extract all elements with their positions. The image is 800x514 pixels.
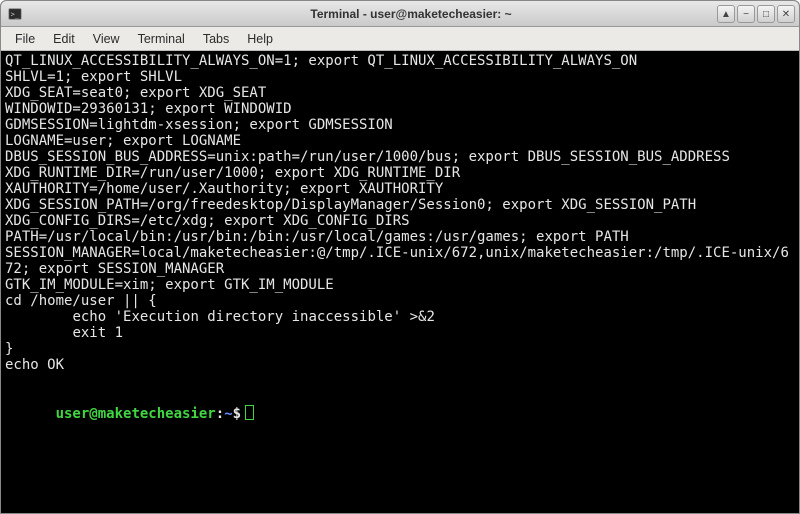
prompt-dollar: $ xyxy=(233,406,241,422)
window-minimize-button[interactable]: − xyxy=(737,5,755,23)
terminal-line: cd /home/user || { xyxy=(5,293,793,309)
terminal-window: >_ Terminal - user@maketecheasier: ~ ▲ −… xyxy=(0,0,800,514)
cursor-icon xyxy=(245,405,254,420)
terminal-output: QT_LINUX_ACCESSIBILITY_ALWAYS_ON=1; expo… xyxy=(5,53,793,389)
terminal-line: QT_LINUX_ACCESSIBILITY_ALWAYS_ON=1; expo… xyxy=(5,53,793,69)
menu-help[interactable]: Help xyxy=(239,30,281,48)
terminal-line: XAUTHORITY=/home/user/.Xauthority; expor… xyxy=(5,181,793,197)
terminal-line: XDG_SEAT=seat0; export XDG_SEAT xyxy=(5,85,793,101)
terminal-line: LOGNAME=user; export LOGNAME xyxy=(5,133,793,149)
terminal-line: echo OK xyxy=(5,357,793,373)
prompt-at: @ xyxy=(89,406,97,422)
terminal-line: XDG_CONFIG_DIRS=/etc/xdg; export XDG_CON… xyxy=(5,213,793,229)
terminal-line: SHLVL=1; export SHLVL xyxy=(5,69,793,85)
terminal-line: XDG_SESSION_PATH=/org/freedesktop/Displa… xyxy=(5,197,793,213)
terminal-line: DBUS_SESSION_BUS_ADDRESS=unix:path=/run/… xyxy=(5,149,793,165)
prompt-line[interactable]: user@maketecheasier:~$ xyxy=(5,389,793,438)
terminal-app-icon: >_ xyxy=(7,6,23,22)
terminal-line: echo 'Execution directory inaccessible' … xyxy=(5,309,793,325)
prompt-host: maketecheasier xyxy=(98,406,216,422)
window-controls: ▲ − □ ✕ xyxy=(717,5,795,23)
menu-edit[interactable]: Edit xyxy=(45,30,83,48)
terminal-line: } xyxy=(5,341,793,357)
titlebar[interactable]: >_ Terminal - user@maketecheasier: ~ ▲ −… xyxy=(1,1,799,27)
menu-terminal[interactable]: Terminal xyxy=(130,30,193,48)
menubar: File Edit View Terminal Tabs Help xyxy=(1,27,799,51)
terminal-line: GDMSESSION=lightdm-xsession; export GDMS… xyxy=(5,117,793,133)
window-up-button[interactable]: ▲ xyxy=(717,5,735,23)
terminal-line: WINDOWID=29360131; export WINDOWID xyxy=(5,101,793,117)
window-close-button[interactable]: ✕ xyxy=(777,5,795,23)
window-title: Terminal - user@maketecheasier: ~ xyxy=(23,7,799,21)
menu-tabs[interactable]: Tabs xyxy=(195,30,237,48)
terminal-line: exit 1 xyxy=(5,325,793,341)
prompt-colon: : xyxy=(216,406,224,422)
terminal-line xyxy=(5,373,793,389)
terminal-line: SESSION_MANAGER=local/maketecheasier:@/t… xyxy=(5,245,793,277)
prompt-path: ~ xyxy=(224,406,232,422)
terminal-line: XDG_RUNTIME_DIR=/run/user/1000; export X… xyxy=(5,165,793,181)
terminal-viewport[interactable]: QT_LINUX_ACCESSIBILITY_ALWAYS_ON=1; expo… xyxy=(1,51,799,513)
prompt-user: user xyxy=(56,406,90,422)
menu-file[interactable]: File xyxy=(7,30,43,48)
window-maximize-button[interactable]: □ xyxy=(757,5,775,23)
terminal-line: GTK_IM_MODULE=xim; export GTK_IM_MODULE xyxy=(5,277,793,293)
terminal-line: PATH=/usr/local/bin:/usr/bin:/bin:/usr/l… xyxy=(5,229,793,245)
menu-view[interactable]: View xyxy=(85,30,128,48)
svg-text:>_: >_ xyxy=(11,10,20,18)
